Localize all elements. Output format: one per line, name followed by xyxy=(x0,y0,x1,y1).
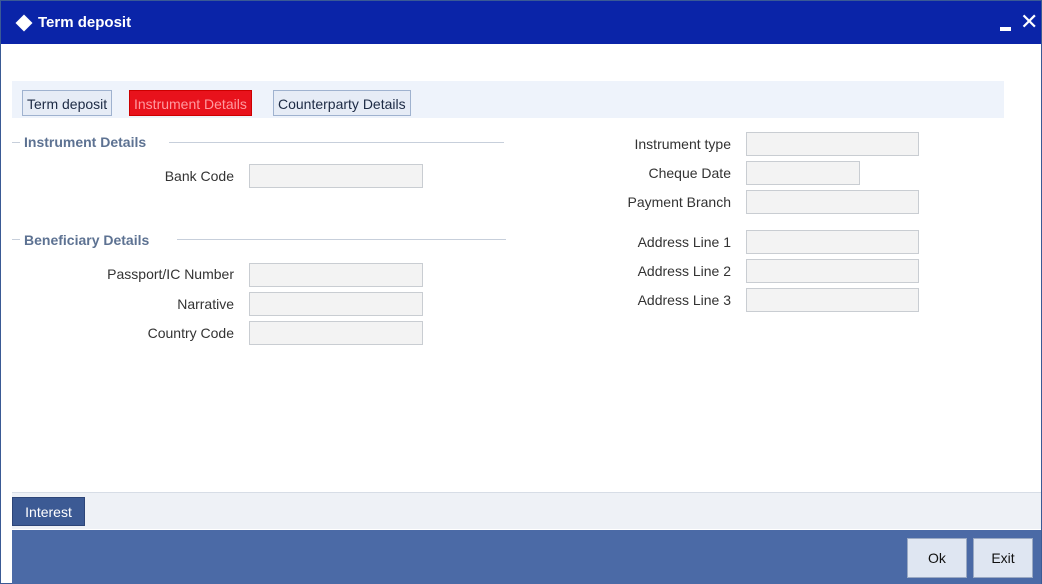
title-bar: Term deposit ✕ xyxy=(1,1,1041,44)
address-line-2-field[interactable] xyxy=(746,259,919,283)
section-beneficiary-details: Beneficiary Details xyxy=(24,232,150,248)
window-diamond-icon xyxy=(15,14,33,32)
close-icon[interactable]: ✕ xyxy=(1020,9,1038,35)
passport-field[interactable] xyxy=(249,263,423,287)
cheque-date-field[interactable] xyxy=(746,161,860,185)
address-line-3-label: Address Line 3 xyxy=(637,292,731,308)
tab-counterparty-details[interactable]: Counterparty Details xyxy=(273,90,411,116)
tab-bar: Term deposit Instrument Details Counterp… xyxy=(12,81,1004,118)
payment-branch-label: Payment Branch xyxy=(627,194,732,210)
bank-code-field[interactable] xyxy=(249,164,423,188)
section-instrument-details: Instrument Details xyxy=(24,134,147,150)
instrument-type-label: Instrument type xyxy=(634,136,732,152)
passport-label: Passport/IC Number xyxy=(107,266,234,282)
payment-branch-field[interactable] xyxy=(746,190,919,214)
bank-code-label: Bank Code xyxy=(164,168,234,184)
section-divider xyxy=(169,142,504,143)
window-title: Term deposit xyxy=(38,14,132,31)
cheque-date-label: Cheque Date xyxy=(648,165,731,181)
term-deposit-window: Term deposit ✕ Term deposit Instrument D… xyxy=(0,0,1042,584)
section-divider-left xyxy=(12,239,20,240)
narrative-label: Narrative xyxy=(177,296,234,312)
exit-button[interactable]: Exit xyxy=(973,538,1033,578)
ok-button[interactable]: Ok xyxy=(907,538,967,578)
minimize-icon[interactable] xyxy=(1000,27,1011,31)
interest-button[interactable]: Interest xyxy=(12,497,85,526)
address-line-1-label: Address Line 1 xyxy=(637,234,731,250)
subsystem-strip xyxy=(12,492,1041,529)
narrative-field[interactable] xyxy=(249,292,423,316)
tab-instrument-details[interactable]: Instrument Details xyxy=(129,90,252,116)
address-line-2-label: Address Line 2 xyxy=(637,263,731,279)
country-code-field[interactable] xyxy=(249,321,423,345)
section-divider xyxy=(177,239,506,240)
footer-bar xyxy=(12,530,1041,584)
section-divider-left xyxy=(12,142,20,143)
address-line-1-field[interactable] xyxy=(746,230,919,254)
tab-term-deposit[interactable]: Term deposit xyxy=(22,90,113,116)
country-code-label: Country Code xyxy=(147,325,234,341)
address-line-3-field[interactable] xyxy=(746,288,919,312)
instrument-type-field[interactable] xyxy=(746,132,919,156)
